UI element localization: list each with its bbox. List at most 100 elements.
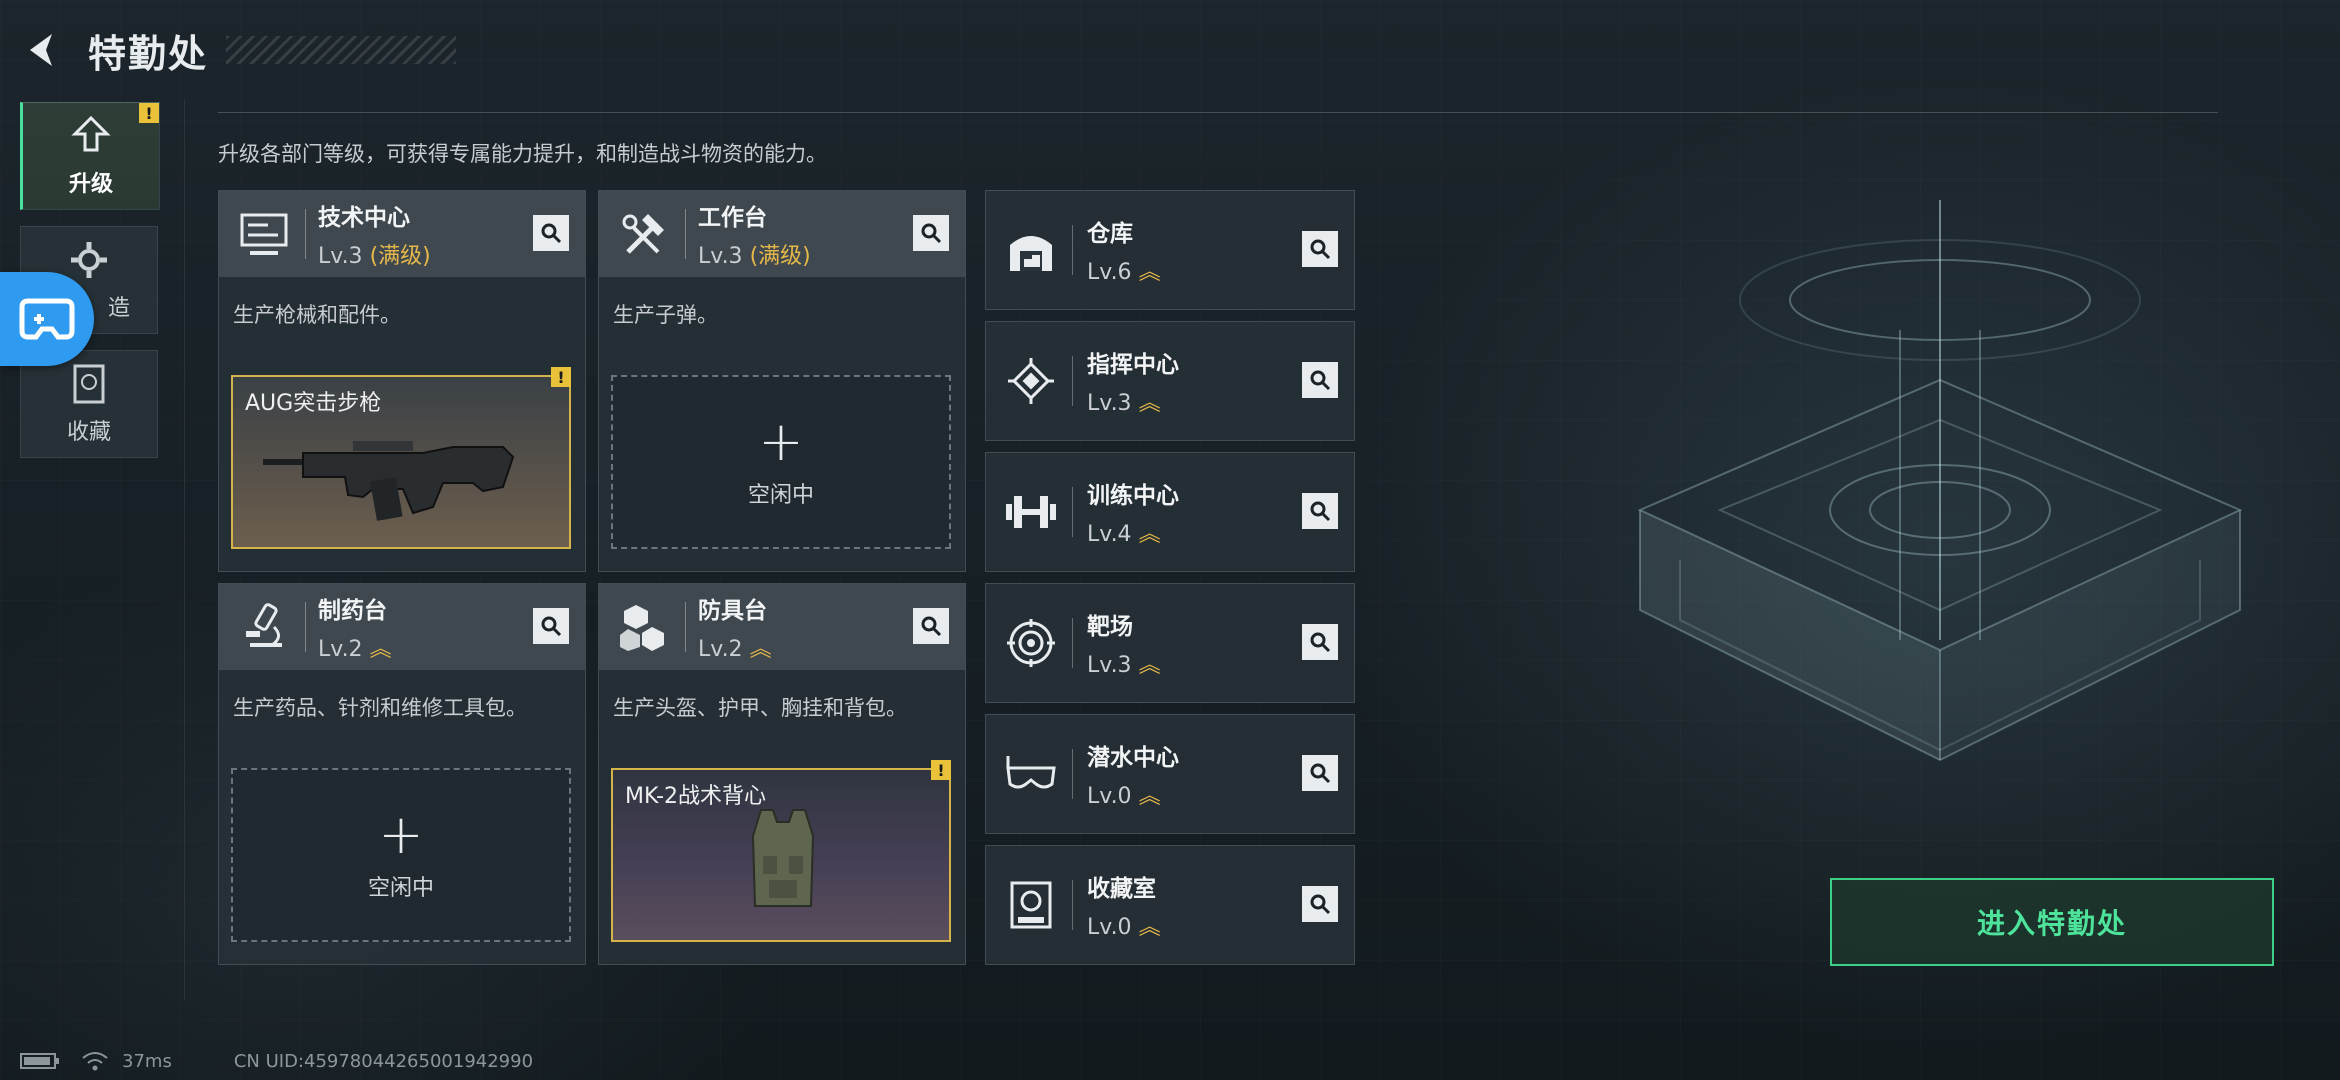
search-icon	[541, 223, 562, 244]
search-icon	[1310, 239, 1331, 260]
search-icon	[541, 616, 562, 637]
card-shooting-range[interactable]: 靶场 Lv.3 ︽	[985, 583, 1355, 703]
floating-gamepad-button[interactable]	[0, 272, 94, 366]
tech-center-icon	[231, 201, 297, 267]
search-button[interactable]	[1302, 362, 1338, 398]
card-level: Lv.0 ︽	[1087, 778, 1179, 810]
card-training-center[interactable]: 训练中心 Lv.4 ︽	[985, 452, 1355, 572]
warehouse-icon	[998, 217, 1064, 283]
level-value: Lv.0	[1087, 784, 1132, 809]
search-icon	[1310, 370, 1331, 391]
card-header: 制药台 Lv.2 ︽	[219, 584, 585, 670]
search-button[interactable]	[1302, 624, 1338, 660]
card-name: 防具台	[698, 598, 767, 624]
upgrade-chevrons-icon: ︽	[1138, 260, 1161, 285]
production-slot-empty[interactable]: + 空闲中	[611, 375, 951, 549]
search-icon	[921, 223, 942, 244]
card-name: 工作台	[698, 205, 767, 231]
production-slot[interactable]: ! AUG突击步枪	[231, 367, 571, 549]
card-collection-room[interactable]: 收藏室 Lv.0 ︽	[985, 845, 1355, 965]
gamepad-icon	[19, 298, 75, 340]
command-center-icon	[998, 348, 1064, 414]
card-name: 训练中心	[1087, 483, 1179, 509]
page-header: 特勤处	[20, 20, 457, 80]
gear-icon	[71, 242, 107, 278]
card-warehouse[interactable]: 仓库 Lv.6 ︽	[985, 190, 1355, 310]
back-button[interactable]	[20, 28, 64, 72]
ping-value: 37ms	[122, 1050, 172, 1072]
idle-label: 空闲中	[747, 483, 814, 508]
warning-badge: !	[931, 760, 951, 780]
card-name: 制药台	[318, 598, 387, 624]
card-level: Lv.6 ︽	[1087, 254, 1161, 286]
search-button[interactable]	[913, 215, 949, 251]
card-description: 生产枪械和配件。	[233, 303, 401, 327]
warning-badge: !	[551, 367, 571, 387]
card-header: 防具台 Lv.2 ︽	[599, 584, 965, 670]
level-value: Lv.3	[1087, 391, 1132, 416]
facility-hologram-image	[1637, 200, 2243, 762]
card-level: Lv.0 ︽	[1087, 909, 1161, 941]
search-button[interactable]	[533, 608, 569, 644]
card-armor-bench[interactable]: 防具台 Lv.2 ︽ 生产头盔、护甲、胸挂和背包。 ! MK-2战术背心	[598, 583, 966, 965]
upgrade-chevrons-icon: ︽	[1138, 784, 1161, 809]
divider	[184, 100, 185, 1000]
level-value: Lv.3	[1087, 653, 1132, 678]
production-slot-empty[interactable]: + 空闲中	[231, 768, 571, 942]
nav-upgrade[interactable]: ! 升级	[20, 102, 160, 210]
search-button[interactable]	[913, 608, 949, 644]
nav-upgrade-label: 升级	[68, 172, 113, 197]
upgrade-icon	[71, 115, 111, 152]
card-name: 靶场	[1087, 614, 1133, 640]
header-separator	[305, 602, 306, 652]
card-level: Lv.3 ︽	[1087, 647, 1161, 679]
card-diving-center[interactable]: 潜水中心 Lv.0 ︽	[985, 714, 1355, 834]
level-value: Lv.2	[318, 637, 363, 662]
microscope-icon	[231, 594, 297, 660]
top-divider	[218, 112, 2218, 113]
card-name: 仓库	[1087, 221, 1133, 247]
level-value: Lv.6	[1087, 260, 1132, 285]
collection-icon	[73, 364, 105, 404]
title-decoration	[226, 36, 457, 64]
battery-icon	[20, 1053, 59, 1069]
dumbbell-icon	[998, 479, 1064, 545]
max-level-label: (满级)	[749, 244, 811, 269]
armor-blocks-icon	[611, 594, 677, 660]
nav-collection[interactable]: 收藏	[20, 350, 158, 458]
max-level-label: (满级)	[369, 244, 431, 269]
card-command-center[interactable]: 指挥中心 Lv.3 ︽	[985, 321, 1355, 441]
nav-collection-label: 收藏	[66, 420, 111, 445]
card-tech-center[interactable]: 技术中心 Lv.3 (满级) 生产枪械和配件。 ! AUG突击步枪	[218, 190, 586, 572]
card-name: 技术中心	[318, 205, 410, 231]
add-icon: +	[378, 803, 424, 866]
search-button[interactable]	[1302, 755, 1338, 791]
header-separator	[1072, 618, 1073, 668]
search-icon	[1310, 763, 1331, 784]
card-description: 生产头盔、护甲、胸挂和背包。	[613, 696, 907, 720]
search-button[interactable]	[1302, 493, 1338, 529]
diving-mask-icon	[998, 741, 1064, 807]
header-separator	[1072, 225, 1073, 275]
level-value: Lv.2	[698, 637, 743, 662]
back-arrow-icon	[30, 34, 52, 66]
enter-facility-button[interactable]: 进入特勤处	[1830, 878, 2274, 966]
card-level: Lv.3 ︽	[1087, 385, 1179, 417]
card-level: Lv.3 (满级)	[698, 238, 811, 270]
slot-item-name: AUG突击步枪	[245, 391, 382, 416]
search-button[interactable]	[533, 215, 569, 251]
production-slot[interactable]: ! MK-2战术背心	[611, 760, 951, 942]
header-separator	[1072, 880, 1073, 930]
upgrade-chevrons-icon: ︽	[1138, 391, 1161, 416]
header-separator	[685, 209, 686, 259]
add-icon: +	[758, 410, 804, 473]
target-icon	[998, 610, 1064, 676]
search-button[interactable]	[1302, 886, 1338, 922]
header-separator	[1072, 487, 1073, 537]
card-workbench[interactable]: 工作台 Lv.3 (满级) 生产子弹。 + 空闲中	[598, 190, 966, 572]
intro-text: 升级各部门等级，可获得专属能力提升，和制造战斗物资的能力。	[218, 142, 827, 166]
search-button[interactable]	[1302, 231, 1338, 267]
header-separator	[685, 602, 686, 652]
card-pharmacy[interactable]: 制药台 Lv.2 ︽ 生产药品、针剂和维修工具包。 + 空闲中	[218, 583, 586, 965]
hammer-wrench-icon	[611, 201, 677, 267]
